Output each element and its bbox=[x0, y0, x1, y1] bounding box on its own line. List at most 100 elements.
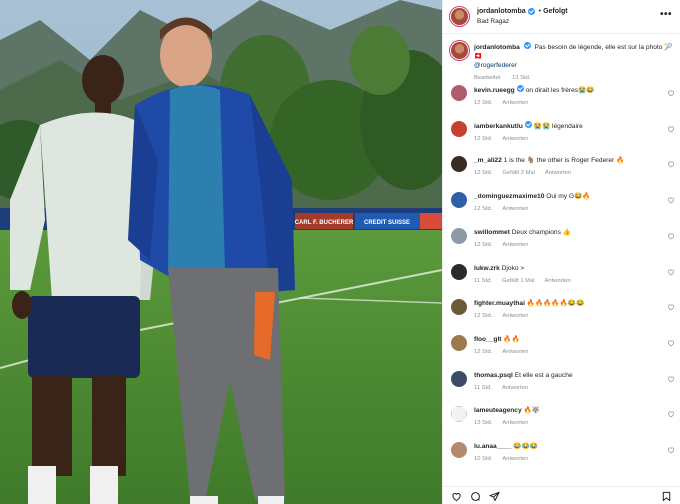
more-horizontal-icon[interactable]: ••• bbox=[660, 9, 672, 20]
caption-username[interactable]: jordanlotomba bbox=[474, 44, 520, 51]
comment-likes[interactable]: Gefällt 1 Mal bbox=[502, 278, 535, 284]
comment-time: 12 Std. bbox=[474, 206, 493, 213]
comment-row: lu.anaa____ 😂😂😂 10 Std. Antworten bbox=[451, 442, 677, 464]
comment-like-heart-icon[interactable] bbox=[667, 232, 675, 240]
comment-icon[interactable] bbox=[470, 491, 481, 502]
comment-row: fighter.muaythai 🔥🔥🔥🔥🔥😂😂 12 Std. Antworten bbox=[451, 299, 677, 321]
follow-status-button[interactable]: Gefolgt bbox=[543, 7, 568, 17]
commenter-avatar[interactable] bbox=[451, 370, 467, 387]
comment-text: Djoko > bbox=[501, 264, 525, 272]
reply-button[interactable]: Antworten bbox=[502, 206, 528, 212]
commenter-username[interactable]: lu.anaa____ bbox=[474, 443, 511, 450]
reply-button[interactable]: Antworten bbox=[502, 420, 528, 426]
commenter-avatar[interactable] bbox=[451, 156, 467, 173]
commenter-avatar[interactable] bbox=[451, 85, 467, 101]
post-actions-bar bbox=[443, 486, 680, 504]
commenter-avatar[interactable] bbox=[451, 334, 467, 351]
commenter-username[interactable]: _dominguezmaxime10 bbox=[474, 193, 544, 200]
comment-text: on dirait les frères😭😂 bbox=[525, 87, 595, 94]
verified-badge-icon bbox=[523, 42, 531, 49]
verified-badge-icon bbox=[524, 120, 532, 128]
comment-row: lameuteagency 🔥🐺 13 Std. Antworten bbox=[451, 406, 677, 428]
comment-row: floo__glt 🔥🔥 12 Std. Antworten bbox=[451, 334, 677, 357]
comment-row: lukw.zrk Djoko > 11 Std. Gefällt 1 Mal Antw… bbox=[451, 263, 677, 286]
comment-like-heart-icon[interactable] bbox=[667, 339, 675, 347]
commenter-avatar[interactable] bbox=[451, 263, 467, 280]
comment-row: thomas.psql Et elle est a gauche 11 Std. A… bbox=[451, 370, 677, 393]
comment-time: 11 Std. bbox=[474, 384, 492, 391]
share-icon[interactable] bbox=[489, 491, 500, 502]
ad-board-1: CARL F. BUCHERER bbox=[295, 220, 354, 226]
author-avatar[interactable] bbox=[451, 8, 468, 25]
caption-edited-label: Bearbeitet bbox=[474, 75, 501, 81]
reply-button[interactable]: Antworten bbox=[545, 170, 571, 176]
commenter-avatar[interactable] bbox=[451, 406, 467, 423]
comment-time: 12 Std. bbox=[474, 100, 493, 106]
commenter-username[interactable]: swillommet bbox=[474, 229, 510, 236]
commenter-username[interactable]: _m_ali22 bbox=[474, 157, 502, 164]
comment-like-heart-icon[interactable] bbox=[667, 125, 675, 133]
commenter-avatar[interactable] bbox=[451, 192, 467, 209]
comment-time: 12 Std. bbox=[474, 313, 493, 320]
caption-time: 13 Std. bbox=[512, 75, 531, 81]
post-header: jordanlotomba • Gefolgt Bad Ragaz ••• bbox=[443, 0, 680, 34]
reply-button[interactable]: Antworten bbox=[502, 242, 528, 248]
post-location[interactable]: Bad Ragaz bbox=[477, 17, 568, 27]
comment-time: 12 Std. bbox=[474, 348, 493, 355]
commenter-username[interactable]: lameuteagency bbox=[474, 407, 522, 414]
instagram-post-view: CARL F. BUCHERER CREDIT SUISSE jordanlot… bbox=[0, 0, 680, 504]
caption-avatar[interactable] bbox=[451, 42, 468, 59]
commenter-avatar[interactable] bbox=[451, 120, 467, 137]
comment-time: 12 Std. bbox=[474, 241, 493, 248]
comment-time: 13 Std. bbox=[474, 420, 493, 427]
comment-text: 🔥🔥🔥🔥🔥😂😂 bbox=[526, 300, 585, 308]
comment-row: swillommet Deux champions 👍 12 Std. Antwor… bbox=[451, 227, 677, 250]
commenter-username[interactable]: iamberkankutlu bbox=[474, 123, 523, 130]
commenter-username[interactable]: lukw.zrk bbox=[474, 265, 500, 272]
reply-button[interactable]: Antworten bbox=[502, 385, 528, 391]
comment-like-heart-icon[interactable] bbox=[667, 375, 675, 383]
comment-like-heart-icon[interactable] bbox=[667, 268, 675, 276]
commenter-avatar[interactable] bbox=[451, 227, 467, 244]
comment-row: kevin.rueegg on dirait les frères😭😂 12 Std… bbox=[451, 85, 677, 108]
comment-time: 11 Std. bbox=[474, 277, 492, 284]
comments-list[interactable]: jordanlotomba Pas besoin de légende, ell… bbox=[443, 35, 680, 504]
comment-likes[interactable]: Gefällt 2 Mal bbox=[502, 170, 535, 176]
separator-dot: • bbox=[538, 7, 542, 15]
comment-text: Oui my G😂🔥 bbox=[546, 193, 591, 201]
bookmark-icon[interactable] bbox=[661, 491, 672, 502]
post-caption: jordanlotomba Pas besoin de légende, ell… bbox=[451, 42, 679, 83]
reply-button[interactable]: Antworten bbox=[545, 278, 571, 284]
author-username[interactable]: jordanlotomba bbox=[477, 7, 526, 17]
commenter-username[interactable]: fighter.muaythai bbox=[474, 300, 525, 307]
commenter-username[interactable]: floo__glt bbox=[474, 336, 501, 343]
comment-text: 😂😂😂 bbox=[513, 443, 538, 450]
reply-button[interactable]: Antworten bbox=[502, 313, 528, 319]
post-photo[interactable]: CARL F. BUCHERER CREDIT SUISSE bbox=[0, 0, 442, 504]
comment-like-heart-icon[interactable] bbox=[667, 89, 675, 97]
comment-like-heart-icon[interactable] bbox=[667, 303, 675, 311]
reply-button[interactable]: Antworten bbox=[502, 349, 528, 355]
comment-row: _dominguezmaxime10 Oui my G😂🔥 12 Std. Antw… bbox=[451, 192, 677, 214]
photo-scene: CARL F. BUCHERER CREDIT SUISSE bbox=[0, 0, 442, 504]
caption-mention-link[interactable]: @rogerfederer bbox=[474, 62, 517, 69]
commenter-username[interactable]: kevin.rueegg bbox=[474, 87, 515, 94]
comment-like-heart-icon[interactable] bbox=[667, 160, 675, 168]
commenter-avatar[interactable] bbox=[451, 299, 467, 316]
comment-time: 12 Std. bbox=[474, 135, 493, 142]
comment-like-heart-icon[interactable] bbox=[667, 196, 675, 204]
comment-text: 1 is the 🐐 the other is Roger Federer 🔥 bbox=[503, 157, 625, 165]
verified-badge-icon bbox=[516, 85, 524, 92]
comment-text: 😭😭 légendaire bbox=[533, 122, 583, 130]
comment-row: _m_ali22 1 is the 🐐 the other is Roger F… bbox=[451, 156, 677, 178]
comment-text: Deux champions 👍 bbox=[511, 228, 571, 236]
commenter-avatar[interactable] bbox=[451, 442, 467, 458]
comment-time: 12 Std. bbox=[474, 170, 493, 177]
heart-icon[interactable] bbox=[451, 491, 462, 502]
comment-like-heart-icon[interactable] bbox=[667, 410, 675, 418]
comment-like-heart-icon[interactable] bbox=[667, 446, 675, 454]
reply-button[interactable]: Antworten bbox=[502, 100, 528, 106]
reply-button[interactable]: Antworten bbox=[502, 136, 528, 142]
commenter-username[interactable]: thomas.psql bbox=[474, 372, 513, 379]
reply-button[interactable]: Antworten bbox=[502, 456, 528, 462]
